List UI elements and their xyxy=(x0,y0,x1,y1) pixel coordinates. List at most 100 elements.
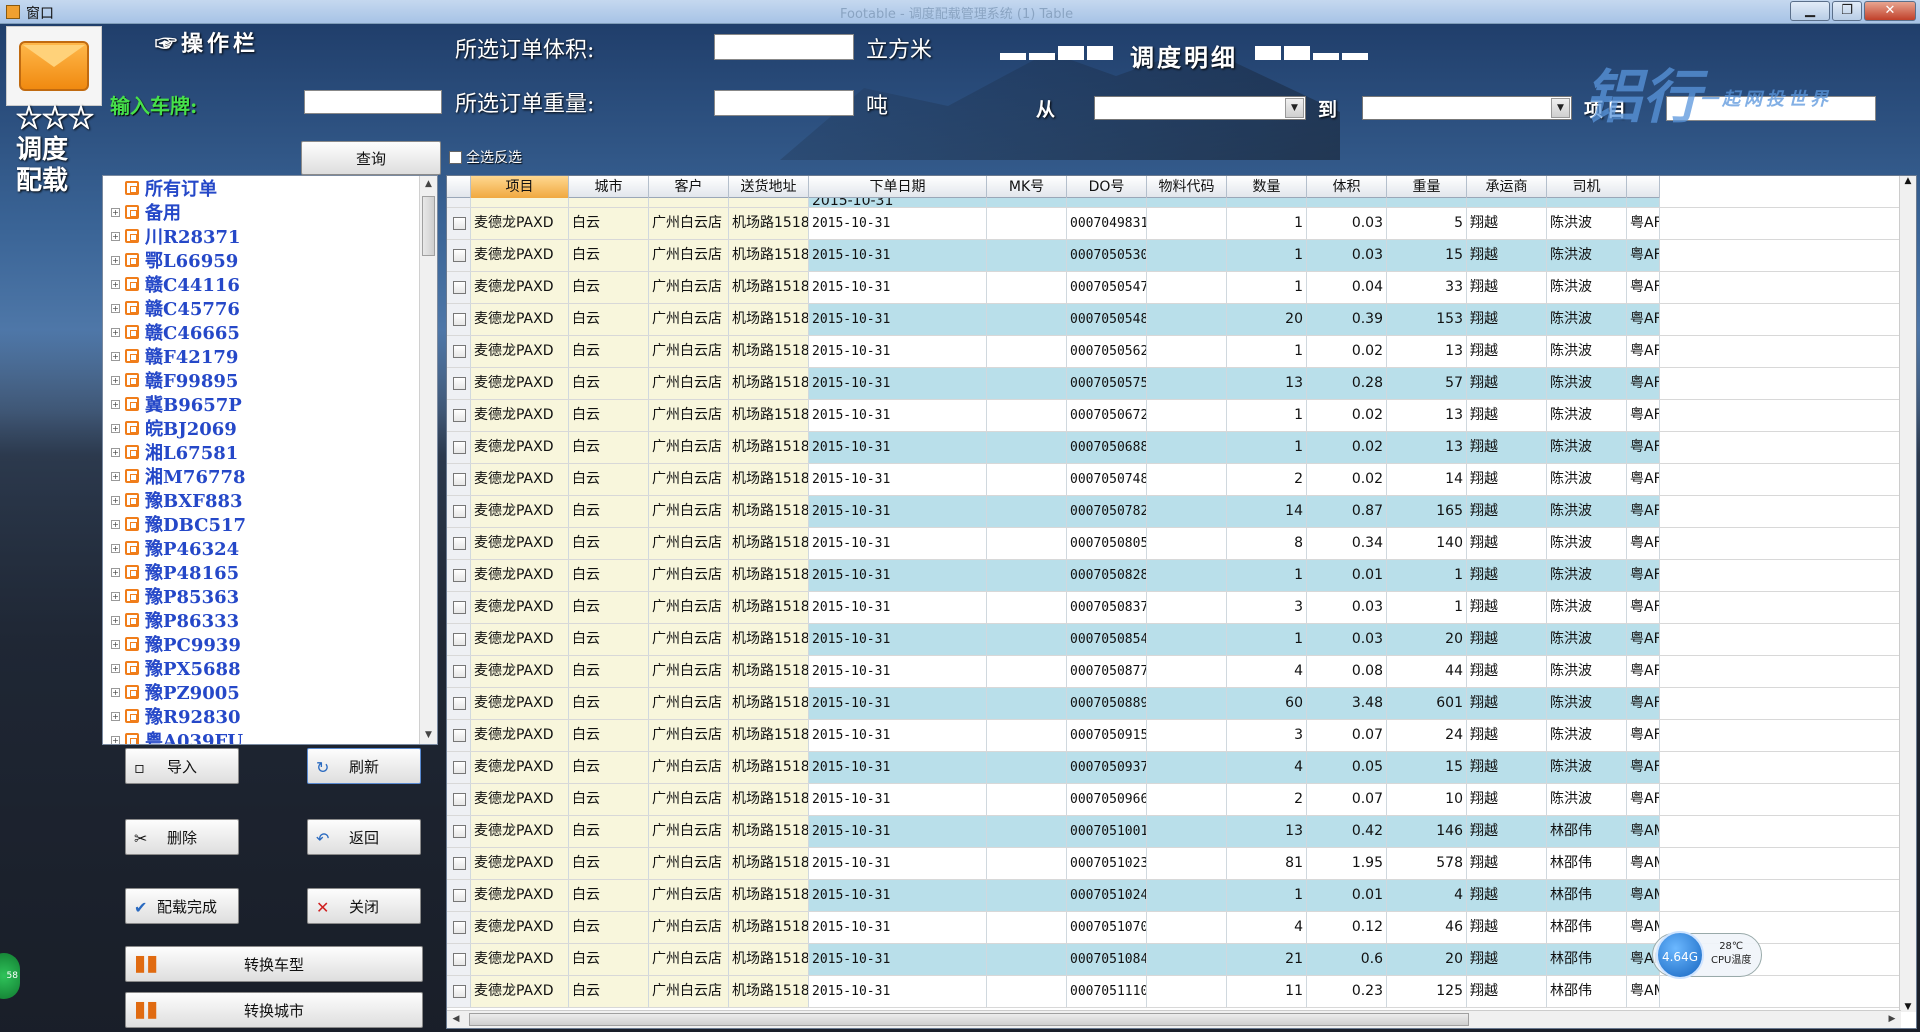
row-checkbox[interactable] xyxy=(453,601,466,614)
tree-scroll-thumb[interactable] xyxy=(422,196,435,256)
row-select-cell[interactable] xyxy=(447,592,471,623)
maximize-button[interactable]: ❐ xyxy=(1832,1,1862,21)
change-type-button[interactable]: ▮▮ 转换车型 xyxy=(125,946,423,982)
column-header[interactable]: 城市 xyxy=(569,176,649,198)
weight-input[interactable] xyxy=(714,90,854,116)
column-header[interactable]: 物料代码 xyxy=(1147,176,1227,198)
column-header[interactable]: 项目 xyxy=(471,176,569,198)
row-checkbox[interactable] xyxy=(453,729,466,742)
tree-item[interactable]: + 川R28371 xyxy=(103,224,421,248)
expand-icon[interactable]: + xyxy=(111,375,120,385)
table-row[interactable]: 麦德龙PAXD 白云 广州白云店 机场路1518 2015-10-31 000705067… xyxy=(447,400,1901,432)
row-select-cell[interactable] xyxy=(447,496,471,527)
tree-scrollbar[interactable]: ▲ ▼ xyxy=(419,176,437,744)
table-row[interactable]: 麦德龙PAXD 白云 广州白云店 机场路1518 2015-10-31 000705082… xyxy=(447,560,1901,592)
change-city-button[interactable]: ▮▮ 转换城市 xyxy=(125,992,423,1028)
query-button[interactable]: 查询 xyxy=(301,141,441,175)
column-header[interactable]: 体积 xyxy=(1307,176,1387,198)
table-row[interactable]: 麦德龙PAXD 白云 广州白云店 机场路1518 2015-10-31 000705053… xyxy=(447,240,1901,272)
column-header[interactable]: 送货地址 xyxy=(729,176,809,198)
row-checkbox[interactable] xyxy=(453,281,466,294)
volume-input[interactable] xyxy=(714,34,854,60)
row-checkbox[interactable] xyxy=(453,857,466,870)
expand-icon[interactable]: + xyxy=(111,687,120,697)
chevron-down-icon[interactable]: ▼ xyxy=(1551,98,1570,118)
row-select-cell[interactable] xyxy=(447,560,471,591)
tree-item[interactable]: + 豫PZ9005 xyxy=(103,680,421,704)
dispatch-grid[interactable]: 项目 城市 客户 送货地址 下单日期 MK号 DO号 物料代码 数量 体积 重量 承运商 司机 2015… xyxy=(446,175,1917,1029)
table-row[interactable]: 麦德龙PAXD 白云 广州白云店 机场路1518 2015-10-31 000705078… xyxy=(447,496,1901,528)
table-row[interactable]: 麦德龙PAXD 白云 广州白云店 机场路1518 2015-10-31 000705083… xyxy=(447,592,1901,624)
expand-icon[interactable]: + xyxy=(111,639,120,649)
row-select-cell[interactable] xyxy=(447,624,471,655)
expand-icon[interactable]: + xyxy=(111,711,120,721)
tree-item[interactable]: + 赣C45776 xyxy=(103,296,421,320)
header-select-corner[interactable] xyxy=(447,176,471,198)
refresh-button[interactable]: ↻ 刷新 xyxy=(307,748,421,784)
expand-icon[interactable]: + xyxy=(111,279,120,289)
expand-icon[interactable]: + xyxy=(111,543,120,553)
table-row[interactable]: 麦德龙PAXD 白云 广州白云店 机场路1518 2015-10-31 000705085… xyxy=(447,624,1901,656)
grid-hscrollbar[interactable]: ◀ ▶ xyxy=(447,1010,1901,1028)
tree-item[interactable]: + 湘M76778 xyxy=(103,464,421,488)
row-select-cell[interactable] xyxy=(447,880,471,911)
table-row[interactable]: 麦德龙PAXD 白云 广州白云店 机场路1518 2015-10-31 000705054… xyxy=(447,304,1901,336)
back-button[interactable]: ↶ 返回 xyxy=(307,819,421,855)
row-checkbox[interactable] xyxy=(453,377,466,390)
tree-item[interactable]: + 皖BJ2069 xyxy=(103,416,421,440)
row-select-cell[interactable] xyxy=(447,400,471,431)
column-header[interactable]: DO号 xyxy=(1067,176,1147,198)
select-all-toggle[interactable]: 全选反选 xyxy=(449,147,522,167)
expand-icon[interactable]: + xyxy=(111,471,120,481)
vehicle-tree[interactable]: 所有订单 + 备用 + 川R28371 + 鄂L66959 + 赣C44116 + 赣C45776 +… xyxy=(102,175,438,745)
table-row[interactable]: 麦德龙PAXD 白云 广州白云店 机场路1518 2015-10-31 000705057… xyxy=(447,368,1901,400)
table-row[interactable]: 麦德龙PAXD 白云 广州白云店 机场路1518 2015-10-31 000705091… xyxy=(447,720,1901,752)
table-row[interactable]: 麦德龙PAXD 白云 广州白云店 机场路1518 2015-10-31 000705102… xyxy=(447,880,1901,912)
column-header[interactable]: 数量 xyxy=(1227,176,1307,198)
tree-item[interactable]: + 粤A039FU xyxy=(103,728,421,744)
row-select-cell[interactable] xyxy=(447,784,471,815)
table-row[interactable]: 麦德龙PAXD 白云 广州白云店 机场路1518 2015-10-31 000705056… xyxy=(447,336,1901,368)
chevron-down-icon[interactable]: ▼ xyxy=(1285,98,1304,118)
scroll-left-icon[interactable]: ◀ xyxy=(447,1011,465,1028)
expand-icon[interactable]: + xyxy=(111,351,120,361)
row-checkbox[interactable] xyxy=(453,217,466,230)
expand-icon[interactable]: + xyxy=(111,207,120,217)
grid-hscroll-thumb[interactable] xyxy=(469,1013,1469,1026)
tree-item[interactable]: + 鄂L66959 xyxy=(103,248,421,272)
row-checkbox[interactable] xyxy=(453,441,466,454)
row-select-cell[interactable] xyxy=(447,432,471,463)
column-header[interactable]: 下单日期 xyxy=(809,176,987,198)
expand-icon[interactable]: + xyxy=(111,399,120,409)
row-checkbox[interactable] xyxy=(453,665,466,678)
tree-item[interactable]: + 湘L67581 xyxy=(103,440,421,464)
table-row[interactable]: 麦德龙PAXD 白云 广州白云店 机场路1518 2015-10-31 000705100… xyxy=(447,816,1901,848)
row-checkbox[interactable] xyxy=(453,921,466,934)
expand-icon[interactable]: + xyxy=(111,327,120,337)
scroll-down-icon[interactable]: ▼ xyxy=(420,727,437,744)
row-select-cell[interactable] xyxy=(447,688,471,719)
table-row[interactable]: 麦德龙PAXD 白云 广州白云店 机场路1518 2015-10-31 000705088… xyxy=(447,688,1901,720)
expand-icon[interactable]: + xyxy=(111,447,120,457)
tree-item[interactable]: + 豫P86333 xyxy=(103,608,421,632)
row-select-cell[interactable] xyxy=(447,816,471,847)
select-all-checkbox[interactable] xyxy=(449,150,462,164)
plate-input[interactable] xyxy=(304,90,442,114)
tree-item[interactable]: + 赣F99895 xyxy=(103,368,421,392)
table-row[interactable]: 麦德龙PAXD 白云 广州白云店 机场路1518 2015-10-31 000705111… xyxy=(447,976,1901,1008)
expand-icon[interactable]: + xyxy=(111,255,120,265)
row-select-cell[interactable] xyxy=(447,336,471,367)
row-checkbox[interactable] xyxy=(453,537,466,550)
row-checkbox[interactable] xyxy=(453,761,466,774)
close-button[interactable]: ✕ 关闭 xyxy=(307,888,421,924)
row-select-cell[interactable] xyxy=(447,912,471,943)
row-checkbox[interactable] xyxy=(453,825,466,838)
row-checkbox[interactable] xyxy=(453,505,466,518)
expand-icon[interactable]: + xyxy=(111,591,120,601)
from-date-select[interactable]: ▼ xyxy=(1094,96,1306,120)
expand-icon[interactable]: + xyxy=(111,567,120,577)
row-checkbox[interactable] xyxy=(453,409,466,422)
expand-icon[interactable]: + xyxy=(111,303,120,313)
row-checkbox[interactable] xyxy=(453,473,466,486)
table-row[interactable]: 麦德龙PAXD 白云 广州白云店 机场路1518 2015-10-31 000705093… xyxy=(447,752,1901,784)
